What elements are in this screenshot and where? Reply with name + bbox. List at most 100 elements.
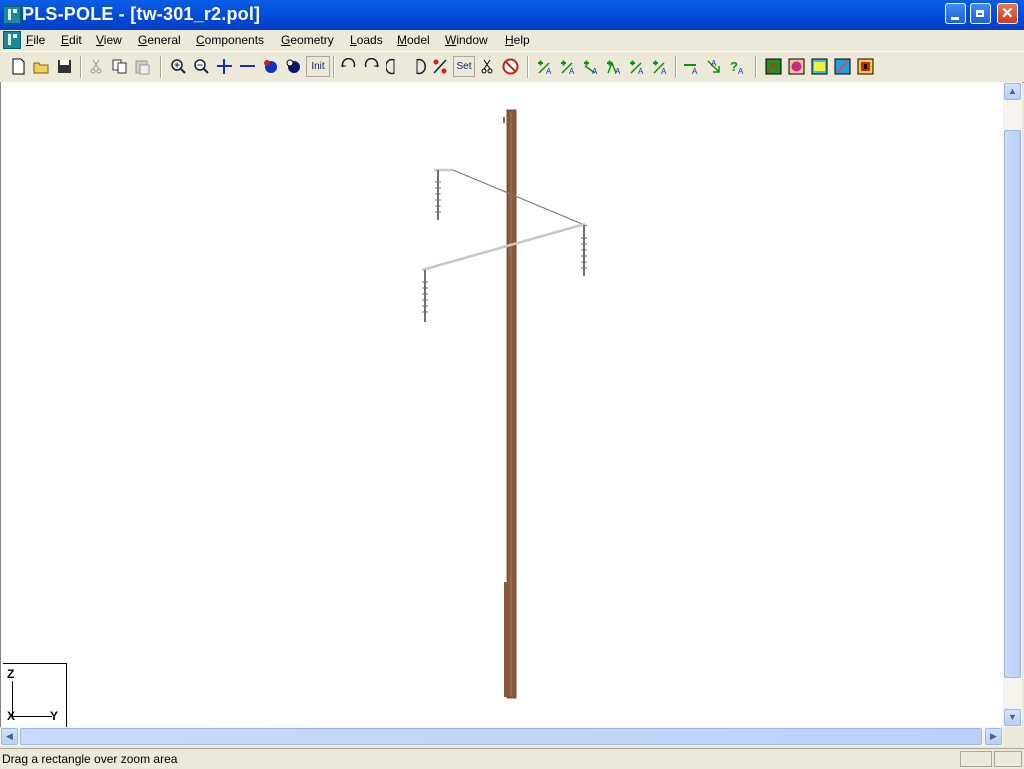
menu-general[interactable]: General bbox=[138, 33, 181, 47]
expand-button[interactable] bbox=[214, 56, 235, 77]
axis-indicator: Z X Y bbox=[3, 663, 67, 727]
render-icon bbox=[834, 58, 851, 75]
menu-loads[interactable]: Loads bbox=[350, 33, 383, 47]
rotate-icon bbox=[341, 58, 356, 68]
axes-button[interactable] bbox=[430, 56, 451, 77]
add-attachment-button-6[interactable]: A bbox=[650, 56, 671, 77]
vertical-scroll-thumb[interactable] bbox=[1004, 130, 1021, 678]
insulator-left-upper[interactable] bbox=[435, 170, 441, 220]
new-document-icon bbox=[12, 58, 25, 75]
dot-button-1[interactable] bbox=[260, 56, 281, 77]
close-icon: ✕ bbox=[1001, 5, 1014, 22]
rotate-right-button[interactable] bbox=[361, 56, 382, 77]
svg-text:A: A bbox=[569, 67, 575, 75]
render-button-1[interactable] bbox=[786, 56, 807, 77]
insulator-right[interactable] bbox=[581, 225, 587, 276]
menu-bar: File Edit View General Components Geomet… bbox=[0, 30, 1024, 75]
rotate-icon bbox=[416, 58, 426, 75]
lower-crossarm[interactable] bbox=[421, 222, 586, 272]
attachment-arrow-button[interactable]: A bbox=[704, 56, 725, 77]
menu-file[interactable]: File bbox=[26, 33, 45, 47]
add-attachment-icon: A bbox=[561, 60, 575, 75]
pole-model-drawing[interactable] bbox=[1, 82, 1004, 727]
rotate-left-button[interactable] bbox=[338, 56, 359, 77]
add-attachment-button-1[interactable]: A bbox=[535, 56, 556, 77]
render-button-4[interactable] bbox=[855, 56, 876, 77]
vertical-scrollbar[interactable]: ▲ ▼ bbox=[1003, 82, 1022, 727]
status-panel-1 bbox=[960, 751, 992, 767]
add-attachment-button-5[interactable]: A bbox=[627, 56, 648, 77]
expand-icon bbox=[217, 59, 232, 74]
axis-z-label: Z bbox=[7, 667, 15, 681]
paste-icon bbox=[135, 60, 150, 75]
menu-geometry[interactable]: Geometry bbox=[281, 33, 334, 47]
no-entry-icon bbox=[502, 58, 519, 75]
scroll-left-icon[interactable]: ◀ bbox=[1, 728, 18, 745]
axes-icon bbox=[433, 59, 447, 74]
title-bar: PLS-POLE - [tw-301_r2.pol] ✕ bbox=[0, 0, 1024, 30]
add-attachment-icon: A bbox=[538, 60, 552, 75]
add-attachment-button-4[interactable]: A bbox=[604, 56, 625, 77]
render-icon bbox=[788, 58, 805, 75]
menu-model[interactable]: Model bbox=[397, 33, 430, 47]
zoom-out-button[interactable] bbox=[191, 56, 212, 77]
no-entry-button[interactable] bbox=[500, 56, 521, 77]
rotate-down-button[interactable] bbox=[407, 56, 428, 77]
copy-icon bbox=[112, 59, 127, 74]
menu-edit[interactable]: Edit bbox=[61, 33, 82, 47]
attachment-help-button[interactable]: ? A bbox=[727, 56, 748, 77]
svg-text:A: A bbox=[592, 67, 598, 75]
menu-window[interactable]: Window bbox=[445, 33, 488, 47]
menu-view[interactable]: View bbox=[96, 33, 122, 47]
horizontal-scroll-thumb[interactable] bbox=[20, 728, 982, 745]
toolbar: Init Set A A A A A A A A ? A bbox=[0, 51, 1024, 83]
attachment-line-button[interactable]: A bbox=[681, 56, 702, 77]
svg-text:A: A bbox=[546, 67, 552, 75]
zoom-in-icon bbox=[171, 59, 186, 74]
render-button-2[interactable] bbox=[809, 56, 830, 77]
rotate-up-button[interactable] bbox=[384, 56, 405, 77]
shrink-button[interactable] bbox=[237, 56, 258, 77]
save-button[interactable] bbox=[54, 56, 75, 77]
add-attachment-button-3[interactable]: A bbox=[581, 56, 602, 77]
open-folder-icon bbox=[33, 62, 49, 74]
menu-help[interactable]: Help bbox=[505, 33, 530, 47]
minimize-icon bbox=[951, 17, 959, 20]
arrow-icon: A bbox=[707, 59, 720, 73]
init-button[interactable]: Init bbox=[306, 56, 330, 77]
pole-top-marker bbox=[503, 117, 505, 123]
new-button[interactable] bbox=[8, 56, 29, 77]
add-attachment-icon: A bbox=[684, 64, 698, 75]
axis-z-line bbox=[12, 681, 13, 717]
scroll-down-icon[interactable]: ▼ bbox=[1004, 709, 1021, 726]
insulator-left-lower[interactable] bbox=[422, 270, 428, 322]
copy-button[interactable] bbox=[109, 56, 130, 77]
model-viewport[interactable]: Z X Y bbox=[0, 82, 1004, 727]
add-attachment-button-2[interactable]: A bbox=[558, 56, 579, 77]
svg-text:A: A bbox=[738, 67, 744, 75]
status-message: Drag a rectangle over zoom area bbox=[2, 752, 178, 766]
close-button[interactable]: ✕ bbox=[997, 3, 1018, 24]
open-button[interactable] bbox=[31, 56, 52, 77]
menu-components[interactable]: Components bbox=[196, 33, 264, 47]
view-3d-button[interactable] bbox=[763, 56, 784, 77]
dot-button-2[interactable] bbox=[283, 56, 304, 77]
svg-text:A: A bbox=[711, 59, 717, 68]
svg-text:A: A bbox=[638, 67, 644, 75]
minimize-button[interactable] bbox=[945, 3, 966, 24]
restore-button[interactable] bbox=[970, 3, 991, 24]
render-icon bbox=[811, 58, 828, 75]
scroll-right-icon[interactable]: ▶ bbox=[985, 728, 1002, 745]
scroll-up-icon[interactable]: ▲ bbox=[1004, 83, 1021, 100]
zoom-in-button[interactable] bbox=[168, 56, 189, 77]
horizontal-scrollbar[interactable]: ◀ ▶ bbox=[0, 727, 1003, 746]
view-3d-icon bbox=[765, 58, 782, 75]
zoom-out-icon bbox=[194, 59, 209, 74]
add-attachment-icon: A bbox=[630, 60, 644, 75]
set-button[interactable]: Set bbox=[453, 56, 475, 77]
document-icon[interactable] bbox=[3, 31, 21, 49]
render-button-3[interactable] bbox=[832, 56, 853, 77]
scissors-button[interactable] bbox=[477, 56, 498, 77]
add-attachment-icon: A bbox=[653, 60, 667, 75]
pls-pole-app-icon[interactable] bbox=[3, 6, 21, 24]
